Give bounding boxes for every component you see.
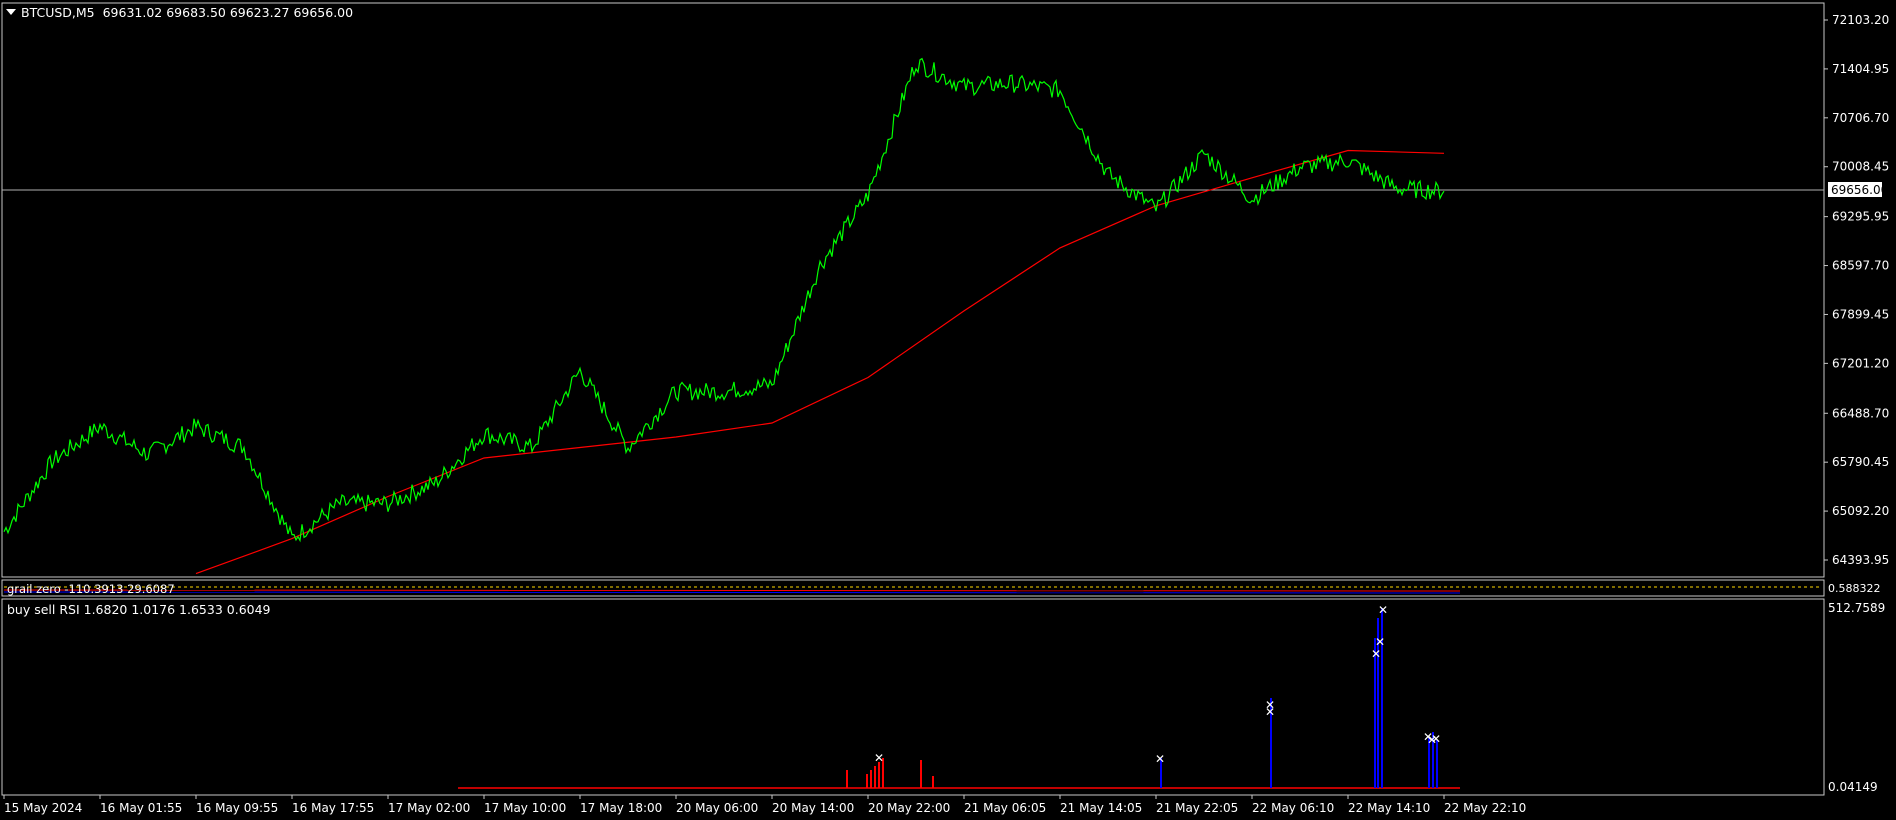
price-tick-label: 68597.70 <box>1832 259 1889 273</box>
time-tick-label: 20 May 14:00 <box>772 801 854 815</box>
rsi-bar <box>878 762 880 788</box>
time-tick-label: 16 May 17:55 <box>292 801 374 815</box>
price-tick-label: 65790.45 <box>1832 455 1889 469</box>
moving-average-line <box>195 149 1445 575</box>
signal-cross-icon: ✕ <box>1371 647 1381 661</box>
signal-cross-icon: ✕ <box>874 751 884 765</box>
price-tick-label: 70008.45 <box>1832 160 1889 174</box>
time-tick-label: 16 May 01:55 <box>100 801 182 815</box>
symbol-name: BTCUSD,M5 <box>21 5 95 20</box>
rsi-bar <box>1436 740 1438 788</box>
chart-canvas[interactable]: 72103.20 71404.95 70706.70 70008.45 69295.95… <box>0 0 1896 820</box>
time-tick-label: 16 May 09:55 <box>196 801 278 815</box>
time-tick-label: 22 May 06:10 <box>1252 801 1334 815</box>
symbol-title[interactable]: BTCUSD,M5 69631.02 69683.50 69623.27 696… <box>21 5 353 20</box>
time-tick-label: 17 May 02:00 <box>388 801 470 815</box>
rsi-bar <box>866 774 868 788</box>
triangle-down-icon[interactable] <box>6 9 16 15</box>
price-tick-label: 66488.70 <box>1832 406 1889 420</box>
price-tick-label: 71404.95 <box>1832 62 1889 76</box>
rsi-bar <box>932 776 934 788</box>
time-tick-label: 17 May 10:00 <box>484 801 566 815</box>
price-line <box>3 57 1445 543</box>
rsi-bar <box>846 770 848 788</box>
time-axis[interactable]: 15 May 2024 16 May 01:55 16 May 09:55 16 Ma… <box>3 795 1526 815</box>
grail-indicator-frame <box>1 579 1825 597</box>
rsi-scale-bottom: 0.04149 <box>1828 780 1878 794</box>
price-tick-label: 72103.20 <box>1832 13 1889 27</box>
time-tick-label: 15 May 2024 <box>4 801 82 815</box>
price-tick-label: 67899.45 <box>1832 307 1889 321</box>
time-tick-label: 22 May 14:10 <box>1348 801 1430 815</box>
grail-scale-label: 0.588322 <box>1828 582 1881 595</box>
time-tick-label: 22 May 22:10 <box>1444 801 1526 815</box>
rsi-indicator-label: buy sell RSI 1.6820 1.0176 1.6533 0.6049 <box>7 602 271 617</box>
price-tick-label: 69295.95 <box>1832 210 1889 224</box>
signal-cross-icon: ✕ <box>1265 705 1275 719</box>
rsi-indicator-frame <box>1 598 1825 796</box>
grail-value-line <box>3 591 1461 594</box>
rsi-bar <box>870 770 872 788</box>
price-tick-label: 64393.95 <box>1832 553 1889 567</box>
time-tick-label: 17 May 18:00 <box>580 801 662 815</box>
current-price-label: 69656.00 <box>1831 183 1888 197</box>
time-tick-label: 21 May 22:05 <box>1156 801 1238 815</box>
signal-cross-icon: ✕ <box>1431 732 1441 746</box>
time-tick-label: 21 May 14:05 <box>1060 801 1142 815</box>
signal-cross-icon: ✕ <box>1155 752 1165 766</box>
main-chart-frame <box>1 2 1825 578</box>
price-tick-label: 65092.20 <box>1832 504 1889 518</box>
signal-cross-icon: ✕ <box>1378 603 1388 617</box>
price-tick-label: 70706.70 <box>1832 111 1889 125</box>
grail-signal-line <box>3 589 1461 592</box>
rsi-bar <box>920 760 922 788</box>
time-tick-label: 20 May 06:00 <box>676 801 758 815</box>
grail-indicator-label: grail zero -110.3913 29.6087 <box>7 582 175 596</box>
rsi-scale-top: 512.7589 <box>1828 601 1885 615</box>
price-scale[interactable]: 72103.20 71404.95 70706.70 70008.45 69295.95… <box>1824 13 1889 567</box>
rsi-bar <box>874 766 876 788</box>
time-tick-label: 20 May 22:00 <box>868 801 950 815</box>
price-tick-label: 67201.20 <box>1832 356 1889 370</box>
ohlc-values: 69631.02 69683.50 69623.27 69656.00 <box>102 5 354 20</box>
signal-cross-icon: ✕ <box>1375 635 1385 649</box>
time-tick-label: 21 May 06:05 <box>964 801 1046 815</box>
rsi-signal-markers: ✕ ✕✕✕✕✕✕✕✕✕ <box>874 603 1441 766</box>
rsi-histogram <box>846 608 1438 788</box>
